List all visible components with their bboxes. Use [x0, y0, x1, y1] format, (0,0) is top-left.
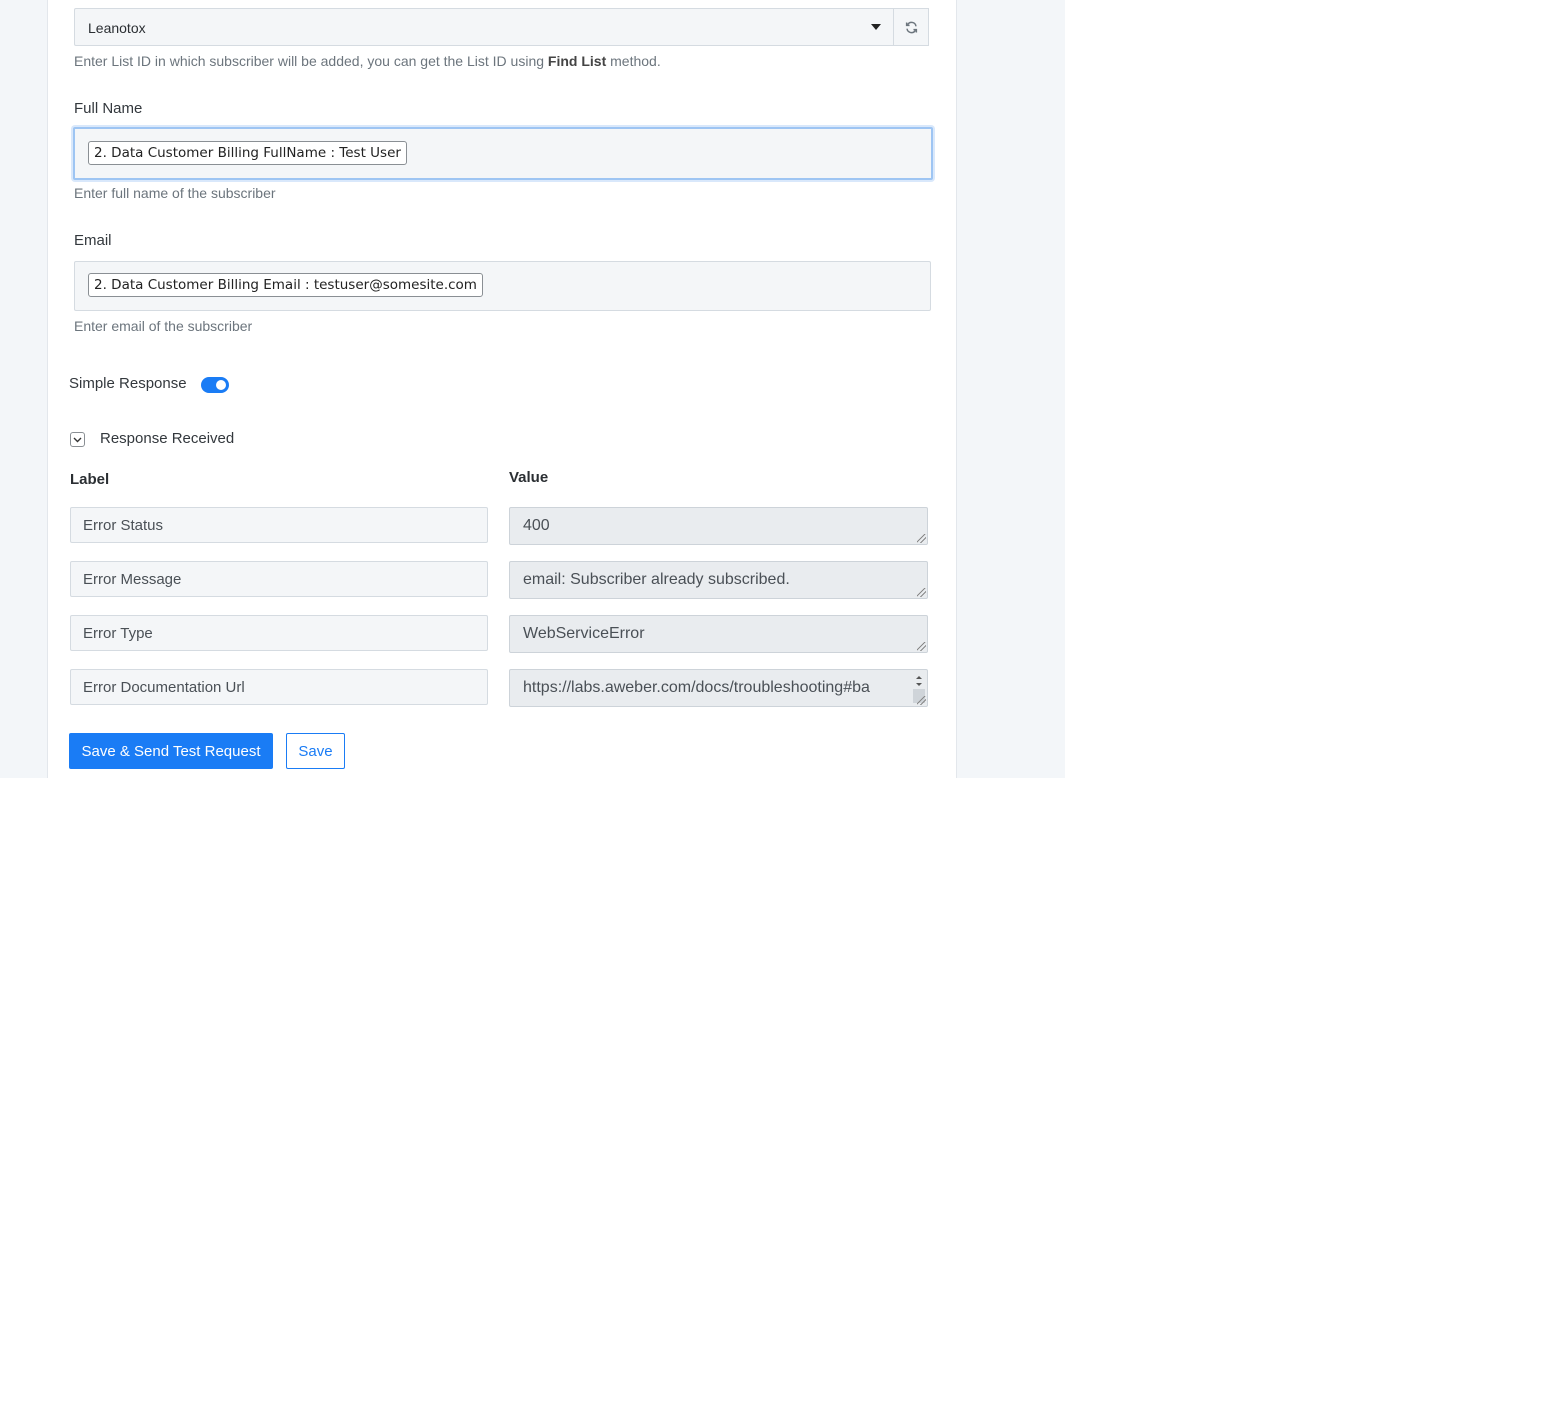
list-select[interactable]: Leanotox: [74, 8, 894, 46]
full-name-label: Full Name: [74, 100, 143, 117]
response-value-field[interactable]: 400: [509, 507, 928, 545]
value-column-header: Value: [509, 469, 549, 486]
response-value-field[interactable]: https://labs.aweber.com/docs/troubleshoo…: [509, 669, 928, 707]
resize-handle-icon[interactable]: [917, 534, 926, 543]
simple-response-toggle[interactable]: [201, 377, 229, 393]
response-label-field[interactable]: Error Status: [70, 507, 488, 543]
full-name-input[interactable]: 2. Data Customer Billing FullName : Test…: [73, 127, 933, 180]
form-panel: Leanotox Enter List ID in which subscrib…: [47, 0, 957, 778]
list-select-value: Leanotox: [88, 20, 146, 36]
response-value-field[interactable]: WebServiceError: [509, 615, 928, 653]
chevron-down-icon: [73, 437, 82, 442]
find-list-link-text: Find List: [547, 53, 607, 69]
email-help-text: Enter email of the subscriber: [74, 318, 253, 334]
save-and-send-test-request-button[interactable]: Save & Send Test Request: [69, 733, 273, 769]
email-input[interactable]: 2. Data Customer Billing Email : testuse…: [74, 261, 931, 311]
resize-handle-icon[interactable]: [917, 588, 926, 597]
refresh-icon: [905, 21, 917, 33]
full-name-token[interactable]: 2. Data Customer Billing FullName : Test…: [88, 141, 407, 165]
resize-handle-icon[interactable]: [917, 696, 926, 705]
simple-response-label: Simple Response: [69, 375, 187, 392]
label-column-header: Label: [70, 471, 110, 488]
resize-handle-icon[interactable]: [917, 642, 926, 651]
full-name-help-text: Enter full name of the subscriber: [74, 185, 276, 201]
refresh-button[interactable]: [894, 8, 929, 46]
email-token[interactable]: 2. Data Customer Billing Email : testuse…: [88, 273, 483, 297]
list-help-text: Enter List ID in which subscriber will b…: [74, 53, 661, 69]
response-label-field[interactable]: Error Documentation Url: [70, 669, 488, 705]
response-collapse-button[interactable]: [70, 432, 85, 447]
response-label-field[interactable]: Error Type: [70, 615, 488, 651]
response-received-label: Response Received: [100, 430, 235, 447]
response-label-field[interactable]: Error Message: [70, 561, 488, 597]
toggle-knob: [216, 380, 226, 390]
response-value-field[interactable]: email: Subscriber already subscribed.: [509, 561, 928, 599]
caret-down-icon[interactable]: [871, 24, 881, 30]
save-button[interactable]: Save: [286, 733, 345, 769]
email-label: Email: [74, 232, 112, 249]
